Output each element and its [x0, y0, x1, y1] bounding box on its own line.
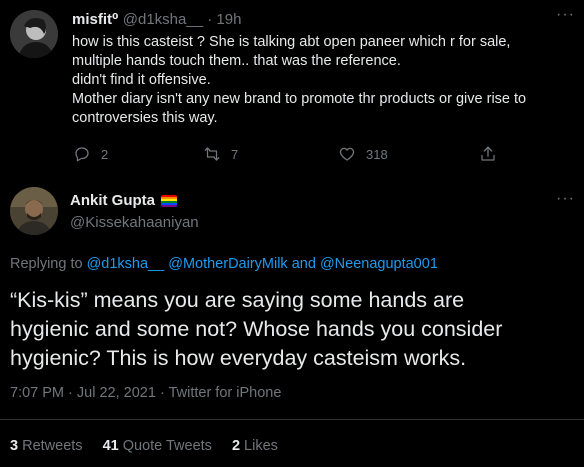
main-author-avatar[interactable]: [10, 187, 58, 235]
retweet-action[interactable]: 7: [203, 145, 238, 163]
tweet-source[interactable]: Twitter for iPhone: [169, 385, 282, 401]
main-author-name[interactable]: Ankit Gupta: [70, 192, 177, 209]
divider: [0, 419, 584, 420]
like-icon: [339, 147, 355, 161]
replying-to-label: Replying to: [10, 256, 83, 272]
share-icon: [481, 146, 495, 161]
reply-header: misfit⁰ @d1ksha__ · 19h: [72, 10, 241, 28]
tweet-date[interactable]: Jul 22, 2021: [77, 385, 156, 401]
quote-tweets-stat[interactable]: 41 Quote Tweets: [103, 438, 212, 454]
reply-author-name[interactable]: misfit⁰: [72, 11, 119, 28]
likes-stat[interactable]: 2 Likes: [232, 438, 278, 454]
main-text-line: hygienic? This is how everyday casteism …: [10, 346, 467, 370]
like-action[interactable]: 318: [338, 145, 388, 163]
header-separator: ·: [207, 11, 213, 28]
main-author-handle[interactable]: @Kissekahaaniyan: [70, 214, 199, 231]
replying-and-text: and: [291, 256, 316, 272]
reply-more-icon[interactable]: ···: [556, 6, 575, 24]
replying-to-link[interactable]: @Neenagupta001: [320, 256, 438, 272]
replying-to-link[interactable]: @MotherDairyMilk: [168, 256, 287, 272]
pride-flag-icon: [161, 194, 177, 207]
retweets-stat[interactable]: 3 Retweets: [10, 438, 83, 454]
reply-action[interactable]: 2: [73, 145, 108, 163]
replying-to-link[interactable]: @d1ksha__: [87, 256, 165, 272]
main-author-display-name: Ankit Gupta: [70, 192, 155, 209]
meta-dot: ·: [68, 385, 73, 401]
reply-text-line: controversies this way.: [72, 110, 218, 126]
reply-icon: [75, 147, 89, 162]
replying-to-line: Replying to @d1ksha__ @MotherDairyMilk a…: [10, 256, 438, 272]
retweet-icon: [204, 147, 220, 161]
main-text-line: hygienic and some not? Whose hands you c…: [10, 317, 503, 341]
reply-text-line: multiple hands touch them.. that was the…: [72, 53, 401, 69]
engagement-stats: 3 Retweets 41 Quote Tweets 2 Likes: [10, 438, 278, 454]
reply-tweet-text: how is this casteist ? She is talking ab…: [72, 33, 572, 128]
reply-text-line: how is this casteist ? She is talking ab…: [72, 34, 511, 50]
retweet-count: 7: [231, 146, 239, 162]
tweet-meta: 7:07 PM · Jul 22, 2021 · Twitter for iPh…: [10, 385, 281, 401]
main-more-icon[interactable]: ···: [556, 190, 575, 208]
reply-author-handle[interactable]: @d1ksha__: [123, 11, 203, 28]
meta-dot: ·: [159, 385, 165, 401]
reply-text-line: Mother diary isn't any new brand to prom…: [72, 91, 527, 107]
share-action[interactable]: [479, 145, 497, 163]
reply-author-avatar[interactable]: [10, 10, 58, 58]
reply-timestamp[interactable]: 19h: [216, 11, 241, 28]
like-count: 318: [366, 146, 388, 162]
reply-count: 2: [101, 146, 109, 162]
tweet-time[interactable]: 7:07 PM: [10, 385, 64, 401]
reply-text-line: didn't find it offensive.: [72, 72, 211, 88]
main-text-line: “Kis-kis” means you are saying some hand…: [10, 288, 465, 312]
main-tweet-text: “Kis-kis” means you are saying some hand…: [10, 286, 580, 373]
